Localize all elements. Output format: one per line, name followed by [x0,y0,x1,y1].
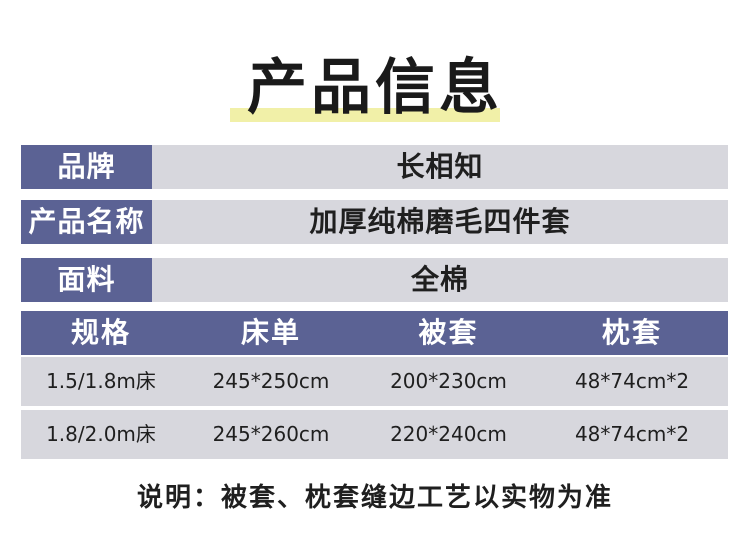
table-cell: 48*74cm*2 [574,369,690,393]
info-row-brand: 品牌 长相知 [21,145,728,189]
table-row: 1.5/1.8m床 245*250cm 200*230cm 48*74cm*2 [21,357,728,406]
header-cell-sheet: 床单 [240,316,301,349]
header-cell-pillowcase: 枕套 [601,316,662,349]
info-value: 全棉 [410,263,469,296]
table-row: 1.8/2.0m床 245*260cm 220*240cm 48*74cm*2 [21,410,728,459]
info-row-product-name: 产品名称 加厚纯棉磨毛四件套 [21,200,728,244]
info-label: 品牌 [21,145,152,189]
table-cell: 245*260cm [212,422,330,446]
table-cell: 245*250cm [212,369,330,393]
info-label: 面料 [21,258,152,302]
table-cell: 220*240cm [390,422,507,446]
title-block: 产品信息 [0,48,750,128]
info-value: 加厚纯棉磨毛四件套 [309,205,571,238]
spec-table-header: 规格 床单 被套 枕套 [21,311,728,355]
header-cell-quilt-cover: 被套 [418,316,479,349]
page-title: 产品信息 [247,53,503,123]
info-value: 长相知 [396,150,484,183]
table-cell: 1.5/1.8m床 [46,369,156,393]
note-text: 说明：被套、枕套缝边工艺以实物为准 [136,483,613,513]
table-cell: 1.8/2.0m床 [46,422,156,446]
info-row-fabric: 面料 全棉 [21,258,728,302]
table-cell: 48*74cm*2 [574,422,690,446]
table-cell: 200*230cm [390,369,507,393]
info-label: 产品名称 [21,200,152,244]
header-cell-size: 规格 [70,316,131,349]
